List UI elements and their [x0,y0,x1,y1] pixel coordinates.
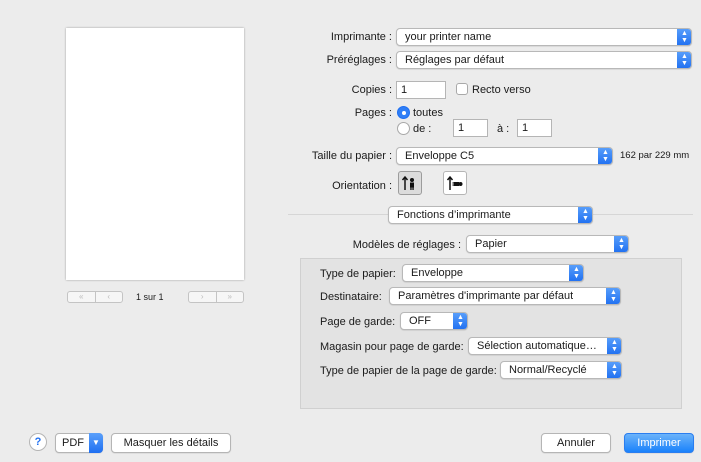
section-value: Fonctions d’imprimante [397,209,511,221]
preview-forward-pager[interactable]: › » [188,291,244,303]
page-counter: 1 sur 1 [136,292,164,302]
duplex-label: Recto verso [472,84,531,96]
option-popup-cover-page[interactable]: OFF ▲ ▼ [400,312,468,330]
option-label-paper-type: Type de papier: [320,268,396,280]
print-button[interactable]: Imprimer [624,433,694,453]
paper-size-value: Enveloppe C5 [405,150,475,162]
page-preview [66,28,244,280]
feature-sets-popup[interactable]: Papier ▲ ▼ [466,235,629,253]
option-value-cover-paper-type: Normal/Recyclé [509,364,587,376]
paper-dimensions: 162 par 229 mm [620,150,690,161]
pages-range-radio[interactable] [397,122,410,135]
printer-value: your printer name [405,31,492,43]
pages-to-field[interactable]: 1 [517,119,552,137]
pages-all-radio[interactable] [397,106,410,119]
chevron-updown-icon: ▲ ▼ [677,52,691,68]
pdf-label: PDF [62,437,84,449]
option-label-cover-page: Page de garde: [320,316,396,328]
presets-value: Réglages par défaut [405,54,505,66]
chevron-updown-icon: ▲ ▼ [453,313,467,329]
chevron-updown-icon: ▲ ▼ [607,362,621,378]
option-label-cover-paper-type: Type de papier de la page de garde: [320,365,497,377]
option-value-cover-page: OFF [409,315,431,327]
presets-label: Préréglages : [326,54,392,66]
chevron-updown-icon: ▲ ▼ [578,207,592,223]
option-label-cover-tray: Magasin pour page de garde: [320,341,464,353]
orientation-label: Orientation : [332,180,392,192]
printer-label: Imprimante : [330,31,392,43]
next-page-icon[interactable]: › [189,292,216,302]
feature-sets-label: Modèles de réglages : [352,239,461,251]
option-popup-destination[interactable]: Paramètres d'imprimante par défaut ▲ ▼ [389,287,621,305]
first-page-icon[interactable]: « [68,292,95,302]
option-value-paper-type: Enveloppe [411,267,463,279]
chevron-updown-icon: ▲ ▼ [569,265,583,281]
option-popup-cover-tray[interactable]: Sélection automatique d... ▲ ▼ [468,337,622,355]
preview-back-pager[interactable]: « ‹ [67,291,123,303]
option-label-destination: Destinataire: [320,291,382,303]
help-icon: ? [34,436,42,448]
cancel-button[interactable]: Annuler [541,433,611,453]
option-value-cover-tray: Sélection automatique d... [477,340,599,352]
pages-to-label: à : [497,123,510,135]
hide-details-button[interactable]: Masquer les détails [111,433,231,453]
pages-from-label: de : [413,123,432,135]
option-value-destination: Paramètres d'imprimante par défaut [398,290,574,302]
chevron-updown-icon: ▲ ▼ [606,288,620,304]
presets-popup[interactable]: Réglages par défaut ▲ ▼ [396,51,692,69]
help-button[interactable]: ? [29,433,47,451]
chevron-updown-icon: ▲ ▼ [614,236,628,252]
paper-size-label: Taille du papier : [311,150,392,162]
pages-label: Pages : [354,107,392,119]
landscape-icon [446,175,463,190]
section-popup[interactable]: Fonctions d’imprimante ▲ ▼ [388,206,593,224]
last-page-icon[interactable]: » [215,292,244,302]
printer-popup[interactable]: your printer name ▲ ▼ [396,28,692,46]
prev-page-icon[interactable]: ‹ [94,292,123,302]
duplex-checkbox[interactable] [456,83,468,95]
pdf-menu-button[interactable]: PDF ▼ [55,433,103,453]
portrait-icon [401,175,414,190]
pages-from-field[interactable]: 1 [453,119,488,137]
copies-label: Copies : [351,84,392,96]
option-popup-paper-type[interactable]: Enveloppe ▲ ▼ [402,264,584,282]
chevron-updown-icon: ▲ ▼ [677,29,691,45]
chevron-updown-icon: ▲ ▼ [598,148,612,164]
copies-field[interactable]: 1 [396,81,446,99]
paper-size-popup[interactable]: Enveloppe C5 ▲ ▼ [396,147,613,165]
feature-sets-value: Papier [475,238,507,250]
chevron-down-icon: ▼ [89,433,103,453]
pages-all-label: toutes [413,107,443,119]
option-popup-cover-paper-type[interactable]: Normal/Recyclé ▲ ▼ [500,361,622,379]
orientation-landscape-button[interactable] [443,171,467,195]
orientation-portrait-button[interactable] [398,171,422,195]
chevron-updown-icon: ▲ ▼ [607,338,621,354]
